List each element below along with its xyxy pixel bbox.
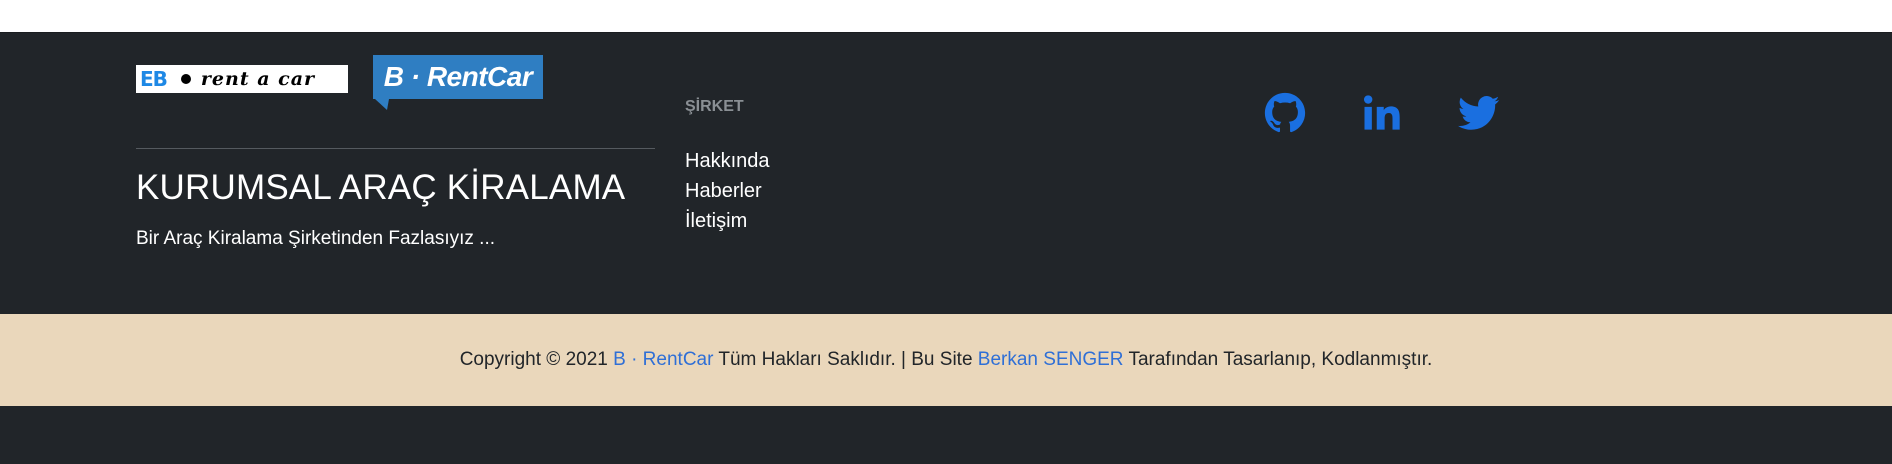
eb-logo-text: rent a car xyxy=(200,68,316,90)
github-icon xyxy=(1264,92,1306,133)
page-top-area xyxy=(0,0,1892,33)
copyright-prefix: Copyright © 2021 xyxy=(459,349,614,370)
copyright-suffix: Tarafından Tasarlanıp, Kodlanmıştır. xyxy=(1123,349,1433,370)
logo-dot-icon xyxy=(180,74,191,84)
company-heading: ŞİRKET xyxy=(685,98,744,115)
eb-logo-mark: EB xyxy=(140,67,168,91)
eb-rent-a-car-logo[interactable]: EB rent a car xyxy=(136,65,348,93)
b-rentcar-logo[interactable]: B · RentCar xyxy=(373,55,543,110)
github-link[interactable] xyxy=(1264,92,1306,134)
linkedin-icon xyxy=(1363,95,1400,130)
company-link-about[interactable]: Hakkında xyxy=(685,146,770,176)
linkedin-link[interactable] xyxy=(1361,92,1403,134)
copyright-bar: Copyright © 2021 B · RentCar Tüm Hakları… xyxy=(0,314,1892,406)
company-link-contact[interactable]: İletişim xyxy=(685,206,770,236)
brand-description: Bir Araç Kiralama Şirketinden Fazlasıyız… xyxy=(136,228,496,249)
brand-title: KURUMSAL ARAÇ KİRALAMA xyxy=(136,168,626,207)
twitter-icon xyxy=(1458,96,1500,130)
copyright-brand-link[interactable]: B · RentCar xyxy=(613,349,713,371)
b-rentcar-logo-text: B · RentCar xyxy=(383,61,533,92)
brand-divider xyxy=(136,148,655,149)
footer-logos: EB rent a car B · RentCar xyxy=(136,55,543,110)
company-links: Hakkında Haberler İletişim xyxy=(685,146,770,236)
footer-bottom-strip xyxy=(0,406,1892,464)
company-link-news[interactable]: Haberler xyxy=(685,176,770,206)
twitter-link[interactable] xyxy=(1458,92,1500,134)
copyright-author-link[interactable]: Berkan SENGER xyxy=(978,349,1124,371)
copyright-middle: Tüm Hakları Saklıdır. | Bu Site xyxy=(713,349,978,370)
